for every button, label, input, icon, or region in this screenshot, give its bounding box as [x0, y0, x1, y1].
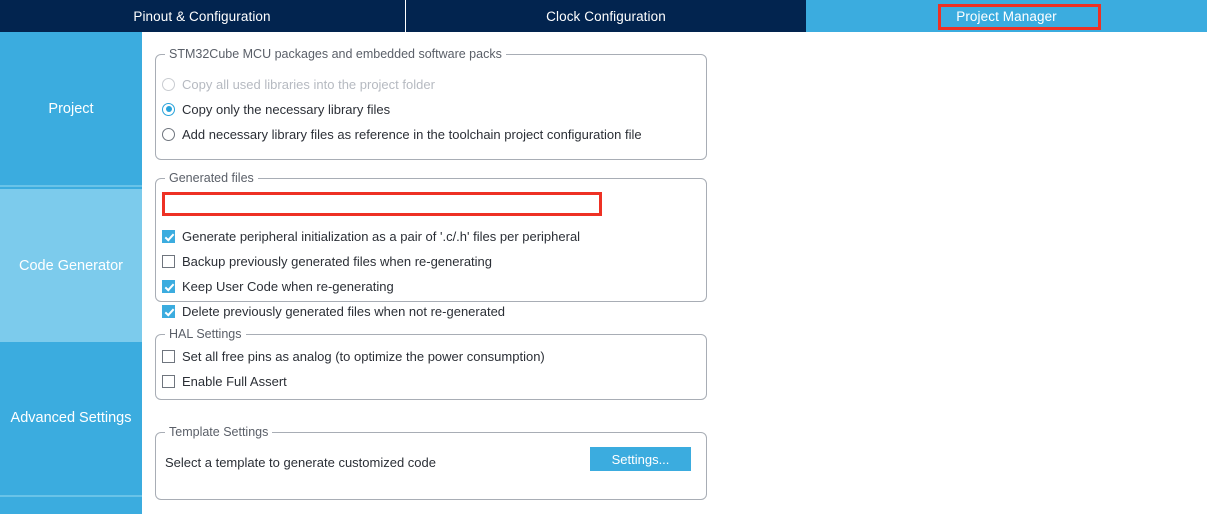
- sidebar-item-project[interactable]: Project: [0, 32, 142, 187]
- sidebar-item-advanced-settings-label: Advanced Settings: [10, 409, 132, 426]
- group-generated-files: Generated files Generate peripheral init…: [155, 171, 707, 319]
- group-hal-settings: HAL Settings Set all free pins as analog…: [155, 327, 707, 400]
- checkbox-icon-unchecked[interactable]: [162, 349, 175, 363]
- tab-pinout-configuration[interactable]: Pinout & Configuration: [0, 0, 404, 32]
- checkbox-delete-previously-generated-label: Delete previously generated files when n…: [182, 303, 506, 319]
- tab-project-manager[interactable]: Project Manager: [806, 0, 1207, 32]
- tab-project-manager-label: Project Manager: [956, 8, 1057, 24]
- checkbox-set-free-pins-analog[interactable]: Set all free pins as analog (to optimize…: [162, 346, 545, 366]
- checkbox-keep-user-code[interactable]: Keep User Code when re-generating: [162, 276, 394, 296]
- sidebar-item-code-generator[interactable]: Code Generator: [0, 189, 142, 342]
- checkbox-icon-unchecked[interactable]: [162, 374, 175, 388]
- radio-add-as-reference-label: Add necessary library files as reference…: [182, 126, 642, 142]
- checkbox-set-free-pins-analog-label: Set all free pins as analog (to optimize…: [182, 348, 545, 364]
- group-template-settings: Template Settings Select a template to g…: [155, 425, 707, 500]
- tab-clock-configuration-label: Clock Configuration: [546, 8, 666, 24]
- radio-icon-selected[interactable]: [162, 102, 175, 116]
- radio-copy-only-necessary-label: Copy only the necessary library files: [182, 101, 391, 117]
- checkbox-generate-peripheral-init-label: Generate peripheral initialization as a …: [182, 228, 581, 244]
- radio-copy-only-necessary[interactable]: Copy only the necessary library files: [162, 99, 390, 119]
- template-settings-description: Select a template to generate customized…: [165, 455, 436, 470]
- checkbox-delete-previously-generated[interactable]: Delete previously generated files when n…: [162, 301, 505, 321]
- sidebar-item-advanced-settings[interactable]: Advanced Settings: [0, 342, 142, 493]
- template-settings-button[interactable]: Settings...: [590, 447, 691, 471]
- checkbox-icon-checked[interactable]: [162, 229, 175, 243]
- checkbox-keep-user-code-label: Keep User Code when re-generating: [182, 278, 394, 294]
- checkbox-backup-previously-generated[interactable]: Backup previously generated files when r…: [162, 251, 492, 271]
- radio-add-as-reference[interactable]: Add necessary library files as reference…: [162, 124, 642, 144]
- sidebar-filler: [0, 495, 142, 514]
- checkbox-enable-full-assert-label: Enable Full Assert: [182, 373, 287, 389]
- main-tab-bar: Pinout & Configuration Clock Configurati…: [0, 0, 1207, 32]
- code-generator-panel: STM32Cube MCU packages and embedded soft…: [142, 32, 1207, 514]
- checkbox-enable-full-assert[interactable]: Enable Full Assert: [162, 371, 287, 391]
- group-generated-files-title: Generated files: [165, 171, 258, 185]
- group-mcu-packages: STM32Cube MCU packages and embedded soft…: [155, 47, 707, 160]
- radio-copy-all-libraries-label: Copy all used libraries into the project…: [182, 76, 435, 92]
- checkbox-icon-checked[interactable]: [162, 279, 175, 293]
- radio-icon-unselected-disabled: [162, 77, 175, 91]
- group-hal-settings-title: HAL Settings: [165, 327, 246, 341]
- group-mcu-packages-title: STM32Cube MCU packages and embedded soft…: [165, 47, 506, 61]
- checkbox-generate-peripheral-init[interactable]: Generate peripheral initialization as a …: [162, 226, 580, 246]
- group-template-settings-title: Template Settings: [165, 425, 273, 439]
- radio-icon-unselected[interactable]: [162, 127, 175, 141]
- tab-pinout-configuration-label: Pinout & Configuration: [133, 8, 271, 24]
- checkbox-icon-checked[interactable]: [162, 304, 175, 318]
- tab-clock-configuration[interactable]: Clock Configuration: [405, 0, 806, 32]
- sidebar-item-project-label: Project: [48, 100, 94, 117]
- checkbox-icon-unchecked[interactable]: [162, 254, 175, 268]
- checkbox-backup-previously-generated-label: Backup previously generated files when r…: [182, 253, 493, 269]
- left-sidebar: Project Code Generator Advanced Settings: [0, 32, 142, 514]
- radio-copy-all-libraries: Copy all used libraries into the project…: [162, 74, 435, 94]
- sidebar-item-code-generator-label: Code Generator: [19, 257, 123, 274]
